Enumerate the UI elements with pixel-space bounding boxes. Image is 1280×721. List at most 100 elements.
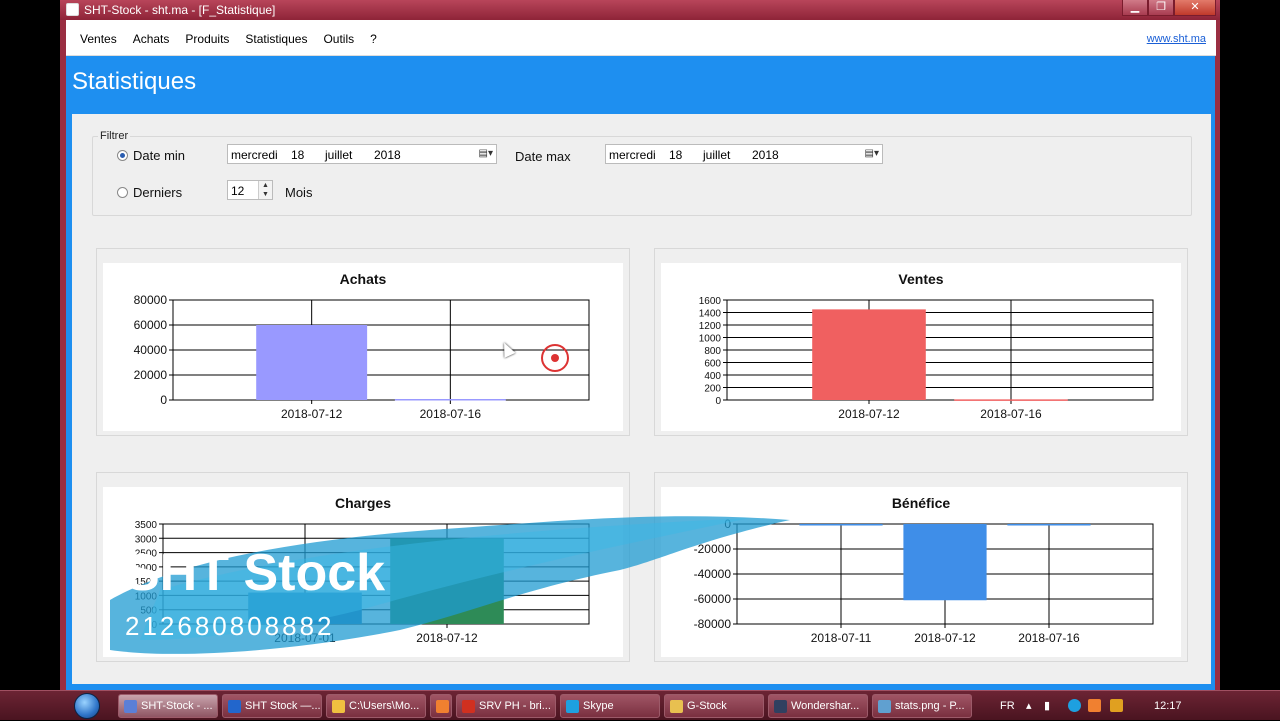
months-value: 12	[231, 184, 245, 198]
taskbar-item-label: Skype	[583, 700, 614, 712]
taskbar-item[interactable]: Skype	[560, 694, 660, 718]
skype-tray-icon[interactable]	[1068, 699, 1081, 712]
menu-item-help[interactable]: ?	[362, 32, 385, 46]
taskbar-app-icon	[566, 700, 579, 713]
y-tick-label: 1600	[699, 296, 722, 307]
y-tick-label: 800	[704, 346, 721, 357]
date-min-day: 18	[291, 148, 305, 162]
filter-legend: Filtrer	[98, 130, 131, 142]
app-tray-icon-2[interactable]	[1110, 699, 1123, 712]
chart-bar	[903, 524, 987, 601]
y-tick-label: 1000	[135, 591, 158, 602]
y-tick-label: 0	[715, 396, 721, 407]
chart-benefice-area: Bénéfice 0 -20000 -40000 -60000 -80000 2018-0…	[661, 487, 1181, 657]
start-button[interactable]	[70, 691, 108, 721]
date-max-dayname: mercredi	[609, 148, 656, 162]
panel-achats: Achats 80000 60000 40000 20000 0 2018-07-12 20…	[96, 248, 630, 436]
y-tick-label: 40000	[134, 343, 168, 357]
clock[interactable]: 12:17	[1154, 700, 1182, 712]
app-tray-icon[interactable]	[1088, 699, 1101, 712]
chart-bar	[799, 524, 883, 526]
chart-benefice: 0 -20000 -40000 -60000 -80000 2018-07-11 2018-…	[694, 517, 1154, 645]
y-tick-label: 1500	[135, 577, 158, 588]
menu-bar: Ventes Achats Produits Statistiques Outi…	[66, 20, 1216, 56]
website-link[interactable]: www.sht.ma	[1147, 33, 1206, 45]
date-max-month: juillet	[703, 148, 731, 162]
taskbar-app-icon	[670, 700, 683, 713]
taskbar-app-icon	[774, 700, 787, 713]
taskbar-item[interactable]: SHT Stock —...	[222, 694, 322, 718]
close-button[interactable]: ✕	[1174, 0, 1216, 16]
taskbar-item-label: SRV PH - bri...	[479, 700, 551, 712]
taskbar-item[interactable]: SRV PH - bri...	[456, 694, 556, 718]
plot-border	[162, 523, 590, 625]
y-tick-label: -60000	[694, 592, 732, 606]
stepper-arrows-icon[interactable]: ▲ ▼	[258, 181, 272, 199]
menu-item-ventes[interactable]: Ventes	[72, 32, 125, 46]
taskbar-item-label: Wondershar...	[791, 700, 860, 712]
y-tick-label: 0	[724, 517, 731, 531]
y-tick-label: 500	[140, 606, 157, 617]
taskbar-app-icon	[462, 700, 475, 713]
chart-bar	[248, 592, 362, 624]
chart-achats-title: Achats	[339, 271, 387, 287]
network-icon[interactable]: ▮	[1044, 699, 1050, 712]
taskbar-app-icon	[436, 700, 449, 713]
maximize-button[interactable]: ❐	[1148, 0, 1174, 16]
window-controls: ▁ ❐ ✕	[1122, 0, 1216, 18]
y-tick-label: 3500	[135, 520, 158, 531]
date-min-radio[interactable]	[117, 150, 128, 161]
y-tick-label: 20000	[134, 368, 168, 382]
months-stepper[interactable]: 12 ▲ ▼	[227, 180, 273, 200]
click-indicator-icon	[541, 344, 569, 372]
date-min-picker[interactable]: mercredi 18 juillet 2018 ▤▾	[227, 144, 497, 164]
x-tick-label: 2018-07-16	[1018, 631, 1080, 645]
chart-bar	[954, 399, 1068, 401]
main-area: Statistiques Filtrer Date min mercredi 1…	[66, 56, 1215, 692]
date-max-day: 18	[669, 148, 683, 162]
y-tick-label: 2500	[135, 549, 158, 560]
taskbar-item[interactable]: SHT-Stock - ...	[118, 694, 218, 718]
window-title: SHT-Stock - sht.ma - [F_Statistique]	[84, 3, 276, 17]
taskbar-item-label: SHT-Stock - ...	[141, 700, 213, 712]
calendar-dropdown-icon[interactable]: ▤▾	[865, 148, 879, 159]
taskbar-item[interactable]	[430, 694, 452, 718]
chart-benefice-title: Bénéfice	[891, 495, 951, 511]
date-max-picker[interactable]: mercredi 18 juillet 2018 ▤▾	[605, 144, 883, 164]
x-tick-label: 2018-07-12	[281, 407, 343, 421]
taskbar-item[interactable]: G-Stock	[664, 694, 764, 718]
y-tick-label: -40000	[694, 567, 732, 581]
window-border-right	[1215, 20, 1220, 696]
chart-bar	[1007, 524, 1091, 526]
date-min-dayname: mercredi	[231, 148, 278, 162]
menu-item-outils[interactable]: Outils	[315, 32, 362, 46]
language-indicator[interactable]: FR	[1000, 700, 1015, 712]
taskbar-item[interactable]: stats.png - P...	[872, 694, 972, 718]
chart-ventes-title: Ventes	[898, 271, 944, 287]
y-tick-label: 3000	[135, 534, 158, 545]
chart-ventes-area: Ventes 1600 1400 1200 1000 800 600 400 200 0 2018…	[661, 263, 1181, 431]
menu-item-achats[interactable]: Achats	[125, 32, 178, 46]
y-tick-label: 2000	[135, 563, 158, 574]
menu-item-statistiques[interactable]: Statistiques	[237, 32, 315, 46]
menu-item-produits[interactable]: Produits	[177, 32, 237, 46]
y-tick-label: 1000	[699, 334, 722, 345]
taskbar-item-label: G-Stock	[687, 700, 727, 712]
minimize-button[interactable]: ▁	[1122, 0, 1148, 16]
derniers-radio[interactable]	[117, 187, 128, 198]
window-titlebar[interactable]: SHT-Stock - sht.ma - [F_Statistique] ▁ ❐…	[60, 0, 1220, 20]
taskbar-app-icon	[124, 700, 137, 713]
taskbar-item[interactable]: Wondershar...	[768, 694, 868, 718]
taskbar-item[interactable]: C:\Users\Mo...	[326, 694, 426, 718]
chart-bar	[390, 538, 504, 624]
x-tick-label: 2018-07-16	[420, 407, 482, 421]
x-tick-label: 2018-07-01	[274, 631, 336, 645]
calendar-dropdown-icon[interactable]: ▤▾	[479, 148, 493, 159]
x-tick-label: 2018-07-16	[980, 407, 1042, 421]
y-tick-label: 80000	[134, 293, 168, 307]
tray-expand-icon[interactable]: ▴	[1026, 699, 1032, 712]
chart-charges: 3500 3000 2500 2000 1500 1000 500 0 2018-07-01 20…	[135, 520, 590, 645]
taskbar-app-icon	[332, 700, 345, 713]
chart-charges-title: Charges	[334, 495, 392, 511]
x-tick-label: 2018-07-12	[416, 631, 478, 645]
